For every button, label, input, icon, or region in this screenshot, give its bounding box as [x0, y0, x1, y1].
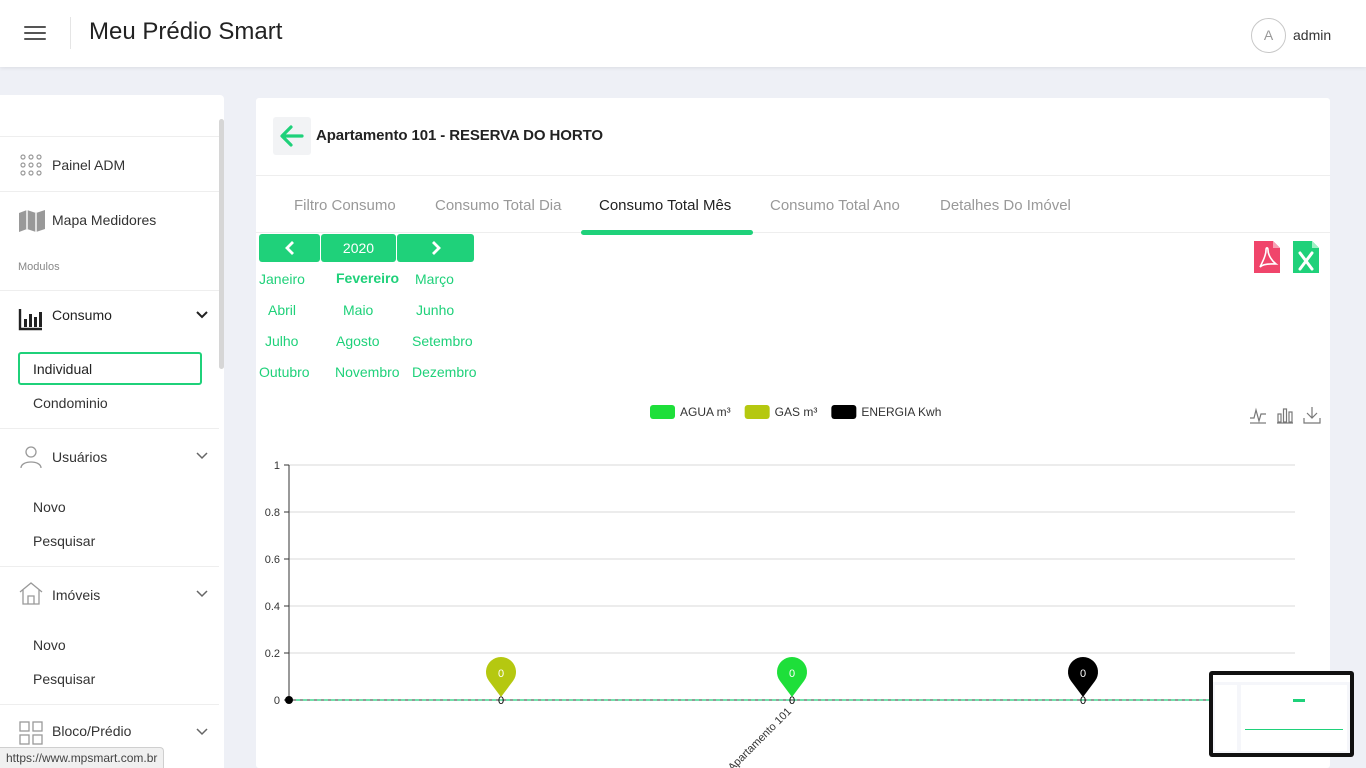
prev-year-button[interactable]	[259, 234, 320, 262]
sidebar-subitem-imoveis-pesquisar[interactable]: Pesquisar	[33, 671, 95, 687]
month-novembro[interactable]: Novembro	[335, 364, 400, 380]
chevron-left-icon	[284, 241, 294, 255]
section-label-modulos: Modulos	[18, 261, 60, 273]
month-outubro[interactable]: Outubro	[259, 364, 310, 380]
legend-swatch	[650, 405, 675, 419]
sidebar-item-painel-adm[interactable]: Painel ADM	[0, 136, 219, 191]
sidebar-subitem-label: Individual	[33, 361, 93, 377]
year-display[interactable]: 2020	[321, 234, 396, 262]
month-setembro[interactable]: Setembro	[412, 333, 473, 349]
tab-bar: Filtro Consumo Consumo Total Dia Consumo…	[256, 176, 1330, 235]
y-tick-label: 0.6	[265, 554, 280, 566]
map-icon	[19, 210, 45, 232]
legend-swatch	[831, 405, 857, 419]
blocks-icon	[19, 721, 43, 745]
pdf-icon[interactable]	[1254, 241, 1280, 273]
markpoint-label: 0	[1080, 668, 1086, 680]
screen-preview-thumbnail	[1209, 671, 1354, 757]
legend-swatch	[744, 405, 770, 419]
sidebar-subitem-usuarios-pesquisar[interactable]: Pesquisar	[33, 533, 95, 549]
month-abril[interactable]: Abril	[268, 302, 296, 318]
markpoint-pin: 0	[1068, 657, 1098, 697]
markpoint-pin: 0	[777, 657, 808, 697]
arrow-left-icon	[280, 125, 304, 147]
legend-item[interactable]: GAS m³	[744, 405, 818, 419]
y-tick-label: 0.4	[265, 601, 280, 613]
sidebar-item-label: Bloco/Prédio	[52, 723, 132, 739]
tab-consumo-total-mes[interactable]: Consumo Total Mês	[599, 197, 731, 214]
sidebar-item-label: Painel ADM	[52, 157, 126, 173]
active-tab-indicator	[581, 230, 753, 235]
legend-item[interactable]: ENERGIA Kwh	[831, 405, 941, 419]
consumption-chart: AGUA m³ GAS m³ ENERGIA Kwh 0 0.2 0.4 0.6 0.8 1 0 0…	[265, 405, 1295, 768]
legend-label: GAS m³	[775, 405, 818, 419]
chevron-down-icon[interactable]	[195, 308, 209, 322]
x-tick-label: Apartamento 101	[726, 706, 794, 768]
y-tick-label: 1	[274, 460, 280, 472]
month-dezembro[interactable]: Dezembro	[412, 364, 477, 380]
legend-label: AGUA m³	[680, 405, 731, 419]
data-label: 0	[1080, 695, 1086, 707]
sidebar-item-label: Mapa Medidores	[52, 212, 157, 228]
hamburger-menu-icon[interactable]	[22, 22, 48, 46]
back-button[interactable]	[273, 117, 311, 155]
bar-chart-toggle-icon[interactable]	[1276, 406, 1294, 424]
tab-consumo-total-dia[interactable]: Consumo Total Dia	[435, 197, 561, 214]
sidebar-item-mapa-medidores[interactable]: Mapa Medidores	[0, 191, 219, 246]
line-chart-toggle-icon[interactable]	[1249, 406, 1267, 424]
sidebar-item-label: Imóveis	[52, 587, 101, 603]
markpoint-label: 0	[498, 668, 504, 680]
chevron-down-icon[interactable]	[195, 449, 209, 463]
average-line-start-point	[285, 696, 293, 704]
divider	[70, 17, 71, 49]
grid-dots-icon	[20, 154, 42, 176]
legend-item[interactable]: AGUA m³	[650, 405, 731, 419]
status-bar-url: https://www.mpsmart.com.br	[0, 747, 165, 768]
y-tick-label: 0	[274, 695, 280, 707]
top-bar: Meu Prédio Smart A admin	[0, 0, 1366, 67]
sidebar-subitem-imoveis-novo[interactable]: Novo	[33, 637, 66, 653]
sidebar-subitem-usuarios-novo[interactable]: Novo	[33, 499, 66, 515]
legend-label: ENERGIA Kwh	[861, 405, 941, 419]
month-fevereiro[interactable]: Fevereiro	[336, 270, 399, 286]
month-junho[interactable]: Junho	[416, 302, 454, 318]
tab-detalhes-imovel[interactable]: Detalhes Do Imóvel	[940, 197, 1071, 214]
excel-icon[interactable]	[1293, 241, 1319, 273]
chevron-down-icon[interactable]	[195, 587, 209, 601]
sidebar-scrollbar[interactable]	[219, 119, 224, 369]
month-agosto[interactable]: Agosto	[336, 333, 380, 349]
month-janeiro[interactable]: Janeiro	[259, 271, 305, 287]
data-label: 0	[789, 695, 795, 707]
sidebar-item-label: Consumo	[52, 307, 112, 323]
markpoint-pin: 0	[486, 657, 516, 697]
chevron-right-icon	[431, 241, 441, 255]
sidebar-subitem-condominio[interactable]: Condominio	[33, 395, 108, 411]
y-tick-label: 0.8	[265, 507, 280, 519]
user-icon	[20, 446, 42, 469]
page-title: Apartamento 101 - RESERVA DO HORTO	[316, 127, 603, 144]
sidebar: Painel ADM Mapa Medidores Modulos Consum…	[0, 95, 224, 768]
month-marco[interactable]: Março	[415, 271, 454, 287]
y-tick-label: 0.2	[265, 648, 280, 660]
user-name[interactable]: admin	[1293, 27, 1331, 43]
chevron-down-icon[interactable]	[195, 725, 209, 739]
bar-chart-icon	[18, 309, 42, 331]
download-icon[interactable]	[1303, 406, 1321, 424]
month-julho[interactable]: Julho	[265, 333, 298, 349]
sidebar-item-label: Usuários	[52, 449, 108, 465]
month-maio[interactable]: Maio	[343, 302, 373, 318]
house-icon	[19, 582, 43, 605]
markpoint-label: 0	[789, 668, 795, 680]
data-label: 0	[498, 695, 504, 707]
sidebar-subitem-individual[interactable]: Individual	[18, 352, 202, 385]
tab-consumo-total-ano[interactable]: Consumo Total Ano	[770, 197, 900, 214]
app-title: Meu Prédio Smart	[89, 18, 283, 45]
tab-filtro-consumo[interactable]: Filtro Consumo	[294, 197, 396, 214]
next-year-button[interactable]	[397, 234, 474, 262]
avatar[interactable]: A	[1251, 18, 1286, 53]
